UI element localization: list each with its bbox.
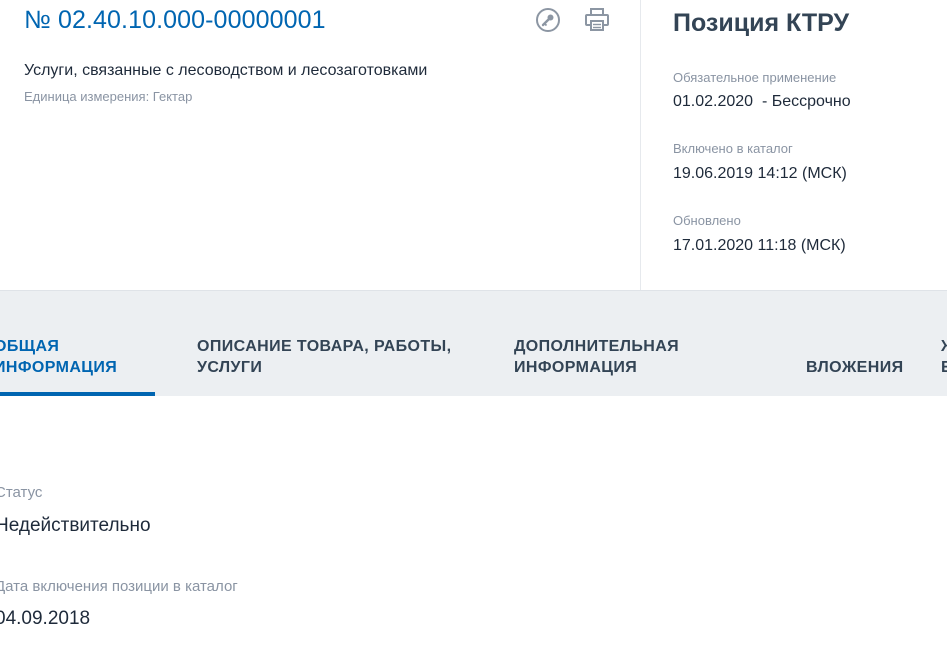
position-title: Позиция КТРУ [673, 9, 850, 37]
mandatory-label: Обязательное применение [673, 70, 837, 85]
included-value: 19.06.2019 14:12 (МСК) [673, 165, 847, 182]
print-icon[interactable] [583, 6, 611, 34]
active-tab-indicator [0, 392, 155, 396]
updated-value: 17.01.2020 11:18 (МСК) [673, 237, 846, 254]
tab-additional-info[interactable]: ДОПОЛНИТЕЛЬНАЯ ИНФОРМАЦИЯ [514, 336, 679, 378]
date-label: Дата включения позиции в каталог [0, 578, 238, 595]
unit-of-measure: Единица измерения: Гектар [24, 89, 193, 104]
tab-attachments[interactable]: ВЛОЖЕНИЯ [806, 357, 904, 378]
tab-general-info[interactable]: ОБЩАЯ ИНФОРМАЦИЯ [0, 336, 117, 378]
ktru-header-card: № 02.40.10.000-00000001 Услуги, связанны… [0, 0, 947, 291]
tab-bar: ОБЩАЯ ИНФОРМАЦИЯ ОПИСАНИЕ ТОВАРА, РАБОТЫ… [0, 291, 947, 396]
tab-more[interactable]: Ж Е [941, 336, 947, 378]
tab-description[interactable]: ОПИСАНИЕ ТОВАРА, РАБОТЫ, УСЛУГИ [197, 336, 451, 378]
included-label: Включено в каталог [673, 141, 793, 156]
mandatory-value: 01.02.2020 - Бессрочно [673, 93, 851, 110]
registry-number[interactable]: № 02.40.10.000-00000001 [24, 6, 326, 35]
position-meta-panel: Позиция КТРУ Обязательное применение 01.… [673, 0, 943, 290]
key-icon[interactable] [534, 6, 562, 34]
item-name: Услуги, связанные с лесоводством и лесоз… [24, 62, 428, 79]
status-label: Статус [0, 484, 43, 501]
date-value: 04.09.2018 [0, 608, 91, 629]
item-summary: № 02.40.10.000-00000001 Услуги, связанны… [0, 0, 641, 290]
updated-label: Обновлено [673, 213, 741, 228]
status-value: Недействительно [0, 515, 151, 536]
